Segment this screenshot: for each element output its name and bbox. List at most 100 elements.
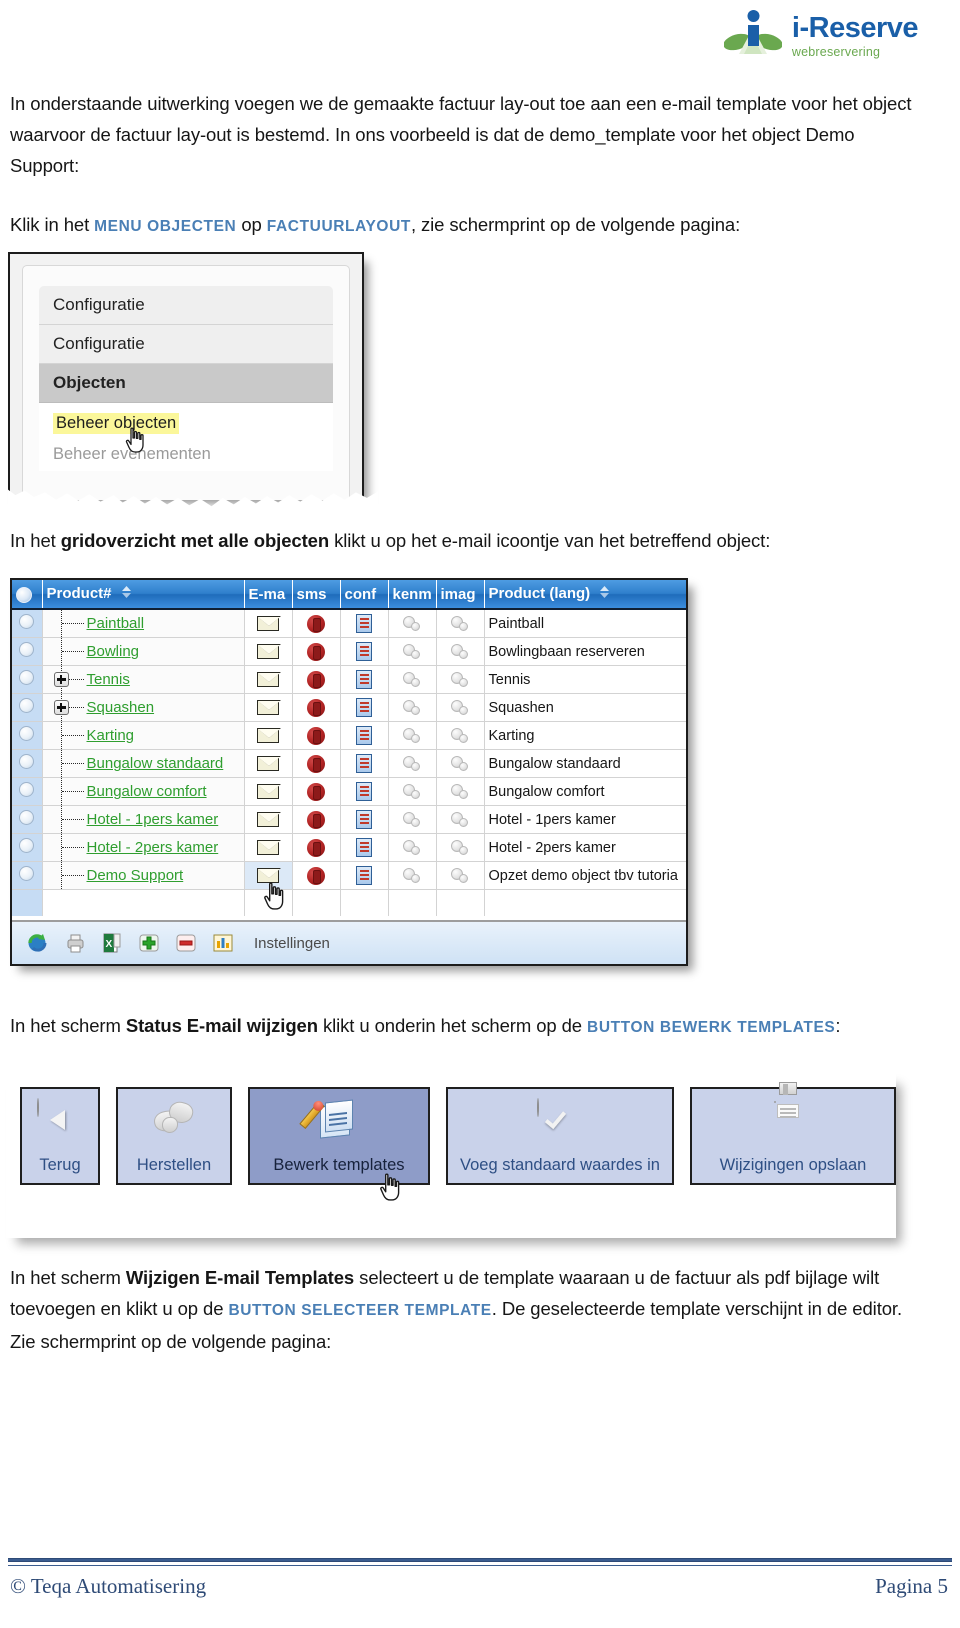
- image-icon[interactable]: [451, 839, 469, 856]
- row-radio-icon[interactable]: [19, 810, 35, 825]
- refresh-icon[interactable]: [26, 931, 50, 955]
- email-icon[interactable]: [257, 840, 281, 856]
- image-icon-cell[interactable]: [436, 721, 485, 750]
- confirmation-icon[interactable]: [356, 754, 372, 773]
- add-icon[interactable]: [137, 931, 161, 955]
- table-row[interactable]: Hotel - 2pers kamer Hotel - 2pers kamer: [12, 833, 686, 862]
- print-icon[interactable]: [63, 931, 87, 955]
- kenmerken-icon-cell[interactable]: [388, 721, 437, 750]
- email-icon[interactable]: [257, 644, 281, 660]
- table-row[interactable]: Karting Karting: [12, 721, 686, 750]
- row-select-cell[interactable]: [12, 805, 43, 834]
- confirmation-icon[interactable]: [356, 838, 372, 857]
- menu-item-configuratie-2[interactable]: Configuratie: [39, 325, 333, 364]
- row-radio-icon[interactable]: [19, 838, 35, 853]
- kenmerken-icon[interactable]: [403, 615, 421, 632]
- image-icon[interactable]: [451, 727, 469, 744]
- image-icon[interactable]: [451, 643, 469, 660]
- sms-icon-cell[interactable]: [292, 777, 341, 806]
- email-icon-cell[interactable]: [244, 609, 293, 638]
- wijzigingen-opslaan-button[interactable]: Wijzigingen opslaan: [690, 1082, 896, 1185]
- chart-icon[interactable]: [211, 931, 235, 955]
- image-icon-cell[interactable]: [436, 861, 485, 890]
- image-icon[interactable]: [451, 811, 469, 828]
- product-name-cell[interactable]: Bungalow standaard: [42, 749, 245, 778]
- sms-icon[interactable]: [307, 754, 325, 773]
- confirmation-icon-cell[interactable]: [340, 609, 389, 638]
- kenmerken-icon-cell[interactable]: [388, 693, 437, 722]
- image-icon-cell[interactable]: [436, 749, 485, 778]
- confirmation-icon[interactable]: [356, 614, 372, 633]
- link-button-selecteer-template[interactable]: BUTTON SELECTEER TEMPLATE: [228, 1302, 491, 1319]
- row-radio-icon[interactable]: [19, 642, 35, 657]
- sms-icon[interactable]: [307, 782, 325, 801]
- kenmerken-icon-cell[interactable]: [388, 749, 437, 778]
- product-name-cell[interactable]: Bungalow comfort: [42, 777, 245, 806]
- email-icon[interactable]: [257, 728, 281, 744]
- terug-button[interactable]: Terug: [20, 1087, 100, 1185]
- product-link[interactable]: Paintball: [87, 615, 145, 632]
- confirmation-icon[interactable]: [356, 782, 372, 801]
- kenmerken-icon-cell[interactable]: [388, 637, 437, 666]
- herstellen-button[interactable]: Herstellen: [116, 1087, 232, 1185]
- product-name-cell[interactable]: Paintball: [42, 609, 245, 638]
- grid-header-conf[interactable]: conf: [340, 580, 389, 610]
- row-radio-icon[interactable]: [19, 754, 35, 769]
- sms-icon-cell[interactable]: [292, 833, 341, 862]
- confirmation-icon[interactable]: [356, 670, 372, 689]
- sms-icon[interactable]: [307, 642, 325, 661]
- table-row[interactable]: Bowling Bowlingbaan reserveren: [12, 637, 686, 666]
- product-name-cell[interactable]: Bowling: [42, 637, 245, 666]
- expand-node-icon[interactable]: [53, 672, 69, 687]
- image-icon-cell[interactable]: [436, 777, 485, 806]
- confirmation-icon[interactable]: [356, 810, 372, 829]
- image-icon[interactable]: [451, 867, 469, 884]
- image-icon[interactable]: [451, 671, 469, 688]
- sms-icon-cell[interactable]: [292, 721, 341, 750]
- sms-icon[interactable]: [307, 810, 325, 829]
- product-name-cell[interactable]: Hotel - 1pers kamer: [42, 805, 245, 834]
- product-link[interactable]: Demo Support: [87, 867, 184, 884]
- grid-header-imag[interactable]: imag: [436, 580, 485, 610]
- email-icon[interactable]: [257, 616, 281, 632]
- remove-icon[interactable]: [174, 931, 198, 955]
- image-icon-cell[interactable]: [436, 665, 485, 694]
- table-row[interactable]: Paintball Paintball: [12, 609, 686, 638]
- kenmerken-icon[interactable]: [403, 839, 421, 856]
- kenmerken-icon[interactable]: [403, 811, 421, 828]
- sms-icon[interactable]: [307, 670, 325, 689]
- table-row[interactable]: Tennis Tennis: [12, 665, 686, 694]
- sms-icon-cell[interactable]: [292, 637, 341, 666]
- voeg-standaard-waardes-in-button[interactable]: Voeg standaard waardes in: [446, 1087, 674, 1185]
- sms-icon-cell[interactable]: [292, 665, 341, 694]
- sms-icon[interactable]: [307, 866, 325, 885]
- confirmation-icon-cell[interactable]: [340, 721, 389, 750]
- product-name-cell[interactable]: Tennis: [42, 665, 245, 694]
- kenmerken-icon-cell[interactable]: [388, 609, 437, 638]
- table-row[interactable]: Demo Support Opzet demo object tbv tutori…: [12, 861, 686, 890]
- kenmerken-icon[interactable]: [403, 783, 421, 800]
- image-icon[interactable]: [451, 783, 469, 800]
- row-select-cell[interactable]: [12, 777, 43, 806]
- select-all-radio-icon[interactable]: [16, 586, 32, 603]
- confirmation-icon-cell[interactable]: [340, 805, 389, 834]
- row-radio-icon[interactable]: [19, 614, 35, 629]
- sms-icon[interactable]: [307, 614, 325, 633]
- email-icon[interactable]: [257, 756, 281, 772]
- confirmation-icon[interactable]: [356, 866, 372, 885]
- email-icon[interactable]: [257, 784, 281, 800]
- grid-header-sms[interactable]: sms: [292, 580, 341, 610]
- product-name-cell[interactable]: Squashen: [42, 693, 245, 722]
- image-icon[interactable]: [451, 699, 469, 716]
- bewerk-templates-button[interactable]: Bewerk templates: [248, 1087, 430, 1185]
- confirmation-icon[interactable]: [356, 642, 372, 661]
- confirmation-icon-cell[interactable]: [340, 693, 389, 722]
- row-select-cell[interactable]: [12, 665, 43, 694]
- sort-arrows-icon[interactable]: [599, 585, 610, 603]
- row-select-cell[interactable]: [12, 749, 43, 778]
- table-row[interactable]: Bungalow comfort Bungalow comfort: [12, 777, 686, 806]
- kenmerken-icon[interactable]: [403, 867, 421, 884]
- kenmerken-icon[interactable]: [403, 727, 421, 744]
- product-link[interactable]: Karting: [87, 727, 135, 744]
- image-icon[interactable]: [451, 615, 469, 632]
